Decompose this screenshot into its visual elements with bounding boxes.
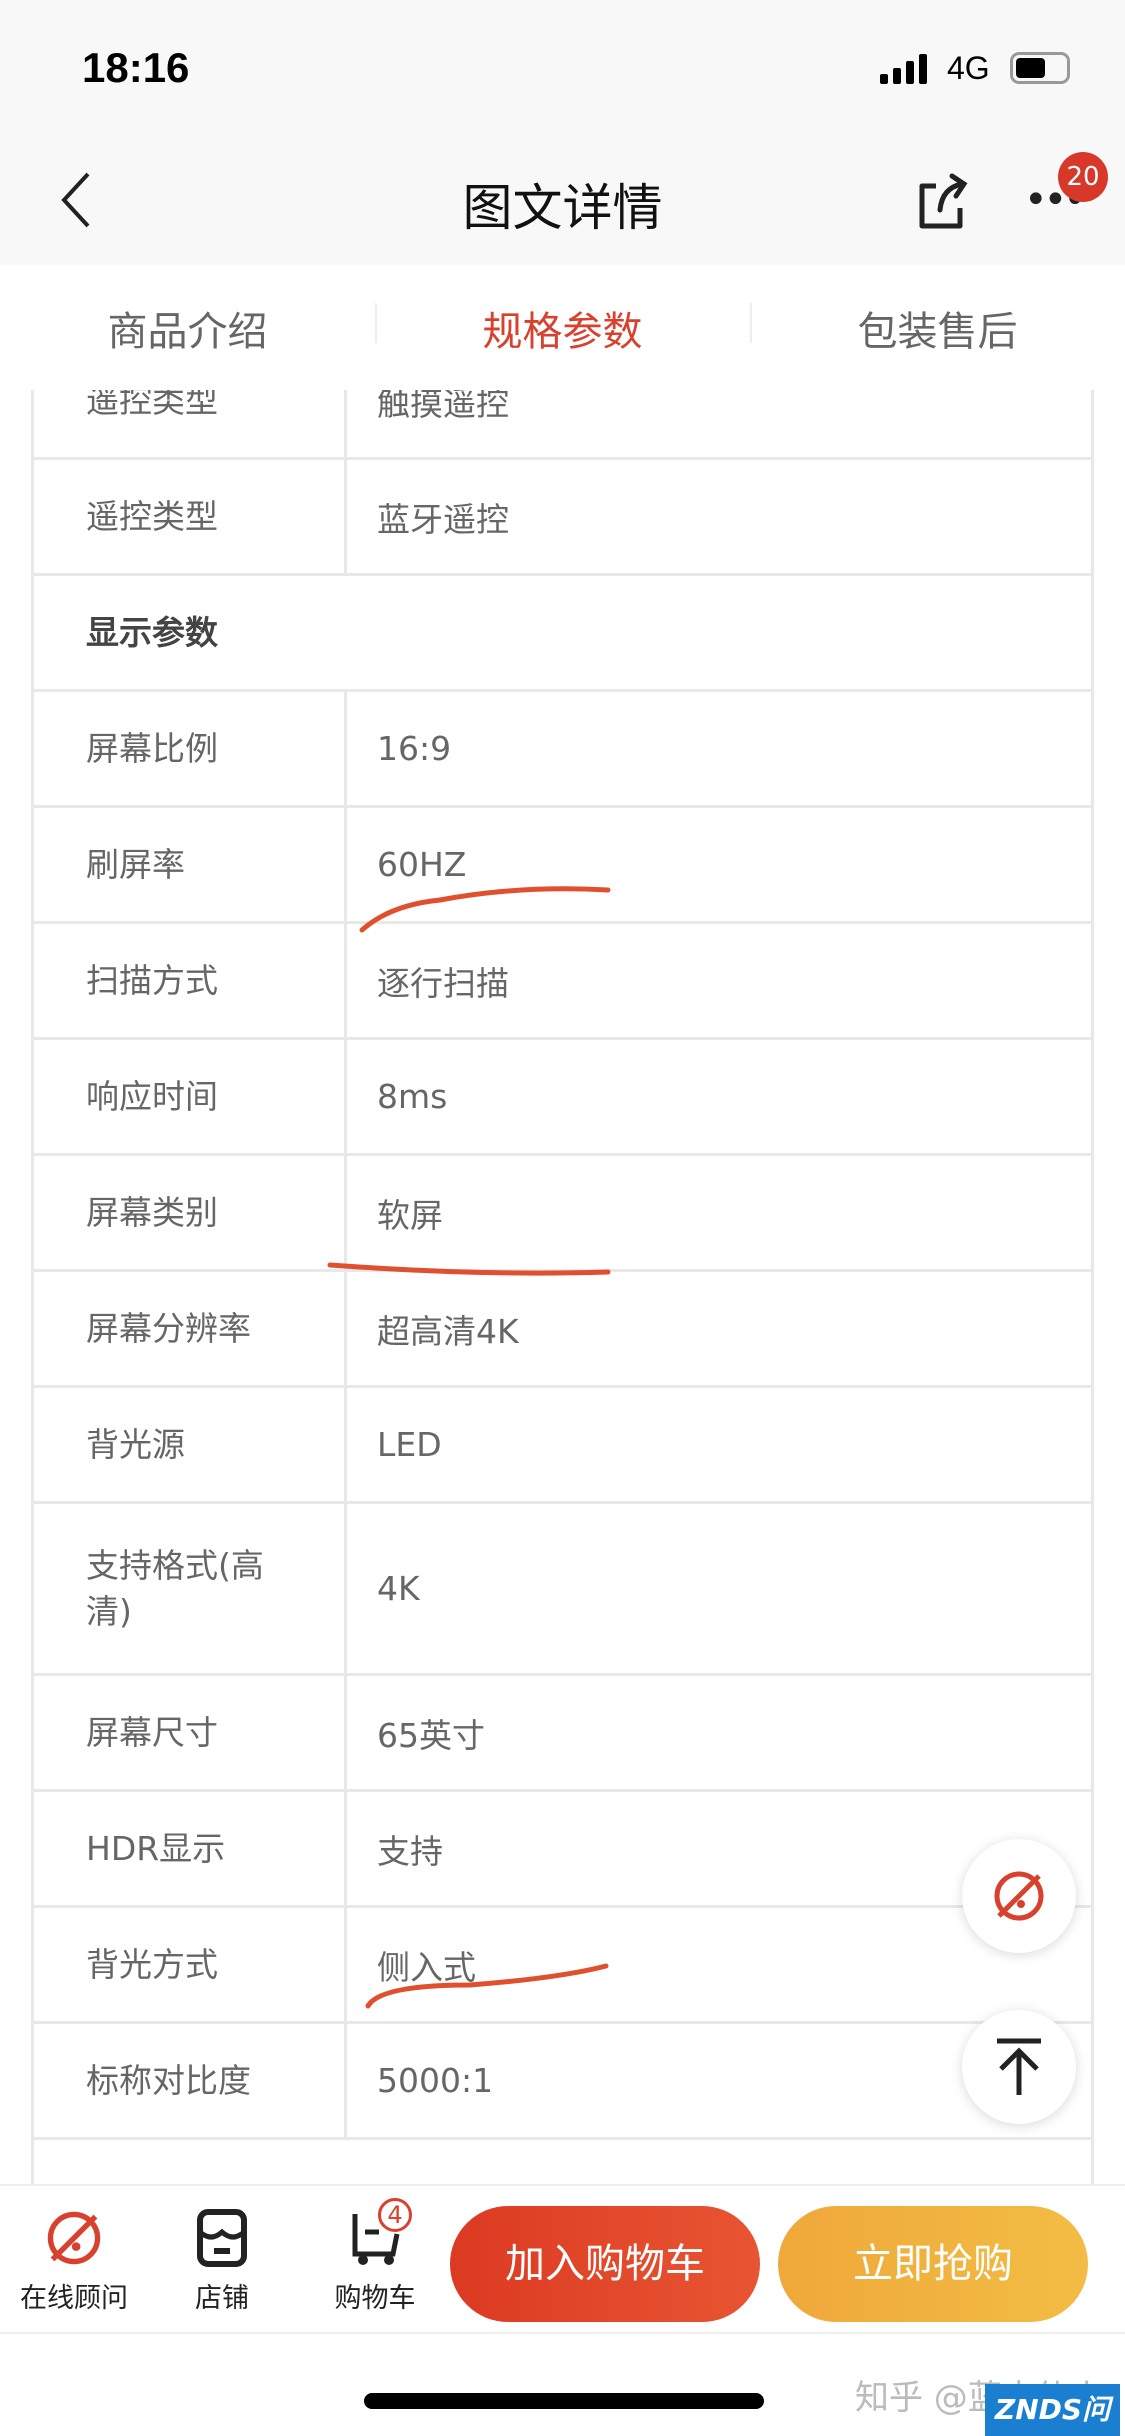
spec-label: 扫描方式 (34, 924, 347, 1037)
spec-label: 背光源 (34, 1388, 347, 1501)
consult-icon (47, 2211, 101, 2265)
spec-label: 屏幕比例 (34, 692, 347, 805)
tab-specs[interactable]: 规格参数 (375, 299, 750, 357)
spec-label: 屏幕分辨率 (34, 1272, 347, 1385)
table-row: 支持格式(高清) 4K (31, 1504, 1094, 1676)
spec-label: 背光方式 (34, 1908, 347, 2021)
cart-badge: 4 (378, 2198, 412, 2232)
spec-label: 屏幕尺寸 (34, 1676, 347, 1789)
status-time: 18:16 (82, 44, 190, 91)
buy-now-button[interactable]: 立即抢购 (778, 2206, 1088, 2322)
spec-label: 支持格式(高清) (34, 1504, 347, 1673)
shop-label: 店铺 (195, 2283, 249, 2314)
spec-value: 蓝牙遥控 (377, 499, 509, 539)
spec-label: HDR显示 (34, 1792, 347, 1905)
spec-value: 逐行扫描 (377, 963, 509, 1003)
consult-button[interactable]: 在线顾问 (14, 2208, 134, 2315)
table-row: 屏幕分辨率 超高清4K (31, 1272, 1094, 1388)
tab-product-intro[interactable]: 商品介绍 (0, 299, 375, 357)
status-bar: 18:16 4G (0, 0, 1125, 130)
spec-label: 遥控类型 (34, 390, 347, 457)
tab-bar: 商品介绍 规格参数 包装售后 (0, 265, 1125, 390)
cart-button[interactable]: 购物车 4 (320, 2198, 430, 2315)
spec-value: 8ms (377, 1077, 448, 1116)
spec-table: 遥控类型 触摸遥控 遥控类型 蓝牙遥控 显示参数 屏幕比例 16:9 刷屏率 60HZ … (31, 390, 1094, 2184)
section-header (31, 2140, 1094, 2184)
consult-float-button[interactable] (962, 1839, 1076, 1953)
spec-value: 65英寸 (377, 1715, 485, 1755)
spec-label: 屏幕类别 (34, 1156, 347, 1269)
section-title: 显示参数 (86, 612, 218, 652)
consult-icon (994, 1871, 1044, 1921)
arrow-up-icon (997, 2038, 1041, 2095)
spec-value: 16:9 (377, 729, 452, 768)
table-row: HDR显示 支持 (31, 1792, 1094, 1908)
share-icon[interactable] (916, 172, 970, 230)
home-indicator[interactable] (364, 2393, 764, 2409)
add-to-cart-button[interactable]: 加入购物车 (450, 2206, 760, 2322)
nav-bar: 图文详情 ••• 20 (0, 130, 1125, 265)
spec-label: 刷屏率 (34, 808, 347, 921)
shop-icon (197, 2209, 247, 2267)
table-row: 遥控类型 蓝牙遥控 (31, 460, 1094, 576)
table-row: 背光源 LED (31, 1388, 1094, 1504)
table-row: 背光方式 侧入式 (31, 1908, 1094, 2024)
bottom-action-bar: 在线顾问 店铺 购物车 4 加入购物车 立即抢购 (0, 2184, 1125, 2334)
table-row: 屏幕尺寸 65英寸 (31, 1676, 1094, 1792)
network-type: 4G (947, 50, 990, 86)
spec-value: 60HZ (377, 845, 467, 884)
tab-packaging[interactable]: 包装售后 (750, 299, 1125, 357)
spec-value: LED (377, 1425, 442, 1464)
table-row: 响应时间 8ms (31, 1040, 1094, 1156)
spec-label: 响应时间 (34, 1040, 347, 1153)
table-row: 遥控类型 触摸遥控 (31, 390, 1094, 460)
table-row: 屏幕比例 16:9 (31, 692, 1094, 808)
spec-label: 遥控类型 (34, 460, 347, 573)
back-to-top-button[interactable] (962, 2010, 1076, 2124)
table-row: 屏幕类别 软屏 (31, 1156, 1094, 1272)
shop-button[interactable]: 店铺 (172, 2208, 272, 2315)
battery-icon (1010, 52, 1070, 84)
znds-logo: ZNDS问答 (985, 2384, 1120, 2436)
spec-value: 触摸遥控 (377, 390, 509, 423)
message-badge: 20 (1058, 152, 1108, 202)
signal-icon (880, 54, 927, 84)
table-row: 扫描方式 逐行扫描 (31, 924, 1094, 1040)
spec-value: 4K (377, 1569, 420, 1608)
table-row: 刷屏率 60HZ (31, 808, 1094, 924)
spec-label: 标称对比度 (34, 2024, 347, 2137)
spec-value: 超高清4K (377, 1311, 519, 1351)
cart-label: 购物车 (334, 2283, 416, 2314)
section-header: 显示参数 (31, 576, 1094, 692)
consult-label: 在线顾问 (20, 2283, 128, 2314)
spec-value: 软屏 (377, 1195, 443, 1235)
table-row: 标称对比度 5000:1 (31, 2024, 1094, 2140)
